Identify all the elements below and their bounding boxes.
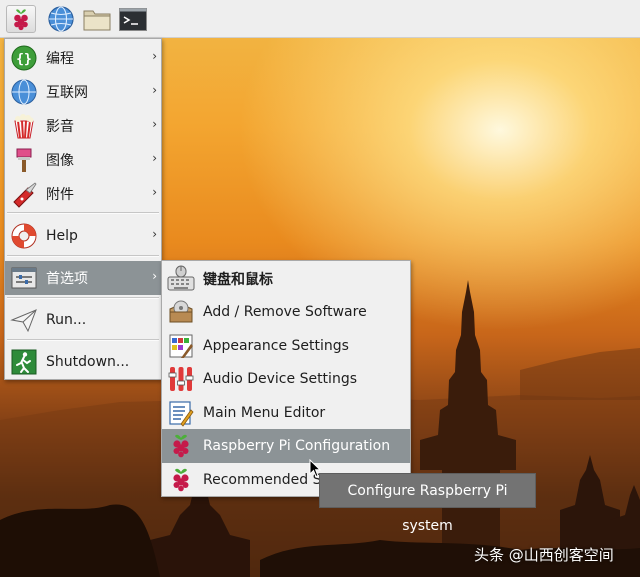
menu-item-label: 首选项	[46, 271, 88, 287]
menu-item-label: Shutdown...	[46, 353, 130, 370]
submenu-item-appearance-settings[interactable]: Appearance Settings	[162, 329, 410, 362]
terminal-button[interactable]	[118, 5, 148, 33]
menu-separator	[7, 255, 159, 257]
menu-item-label: 编程	[46, 50, 74, 67]
menu-item-label: 附件	[46, 186, 74, 203]
terminal-icon	[119, 8, 147, 31]
menu-item-label: 影音	[46, 118, 74, 135]
chevron-right-icon: ›	[152, 117, 157, 131]
submenu-item-label: Appearance Settings	[203, 337, 349, 354]
menu-item-label: 图像	[46, 152, 74, 169]
paper-plane-icon	[10, 308, 37, 332]
browser-button[interactable]	[46, 5, 76, 33]
audio-sliders-icon	[168, 366, 194, 391]
menu-separator	[7, 297, 159, 299]
chevron-right-icon: ›	[152, 151, 157, 165]
menu-item-label: 互联网	[46, 84, 88, 101]
mouse-cursor-icon	[309, 459, 321, 478]
menu-item-accessories[interactable]: 附件 ›	[5, 177, 161, 210]
folder-icon	[83, 10, 111, 31]
submenu-item-label: Audio Device Settings	[203, 370, 357, 387]
menu-item-shutdown[interactable]: Shutdown...	[5, 345, 161, 378]
submenu-item-label: Raspberry Pi Configuration	[203, 438, 391, 454]
menu-editor-icon	[169, 400, 194, 427]
pocket-knife-icon	[13, 181, 37, 208]
preferences-submenu: 键盘和鼠标 Add / Remove Software Appearance S…	[161, 260, 411, 497]
applications-menu: {} 编程 › 互联网 › 影音 › 图像 › 附件 › Help › 首选项 …	[4, 38, 162, 380]
svg-text:{}: {}	[16, 52, 32, 67]
submenu-item-raspberry-pi-configuration[interactable]: Raspberry Pi Configuration	[162, 429, 410, 463]
globe-icon	[11, 79, 37, 104]
menu-item-help[interactable]: Help ›	[5, 219, 161, 252]
chevron-right-icon: ›	[152, 227, 157, 241]
chevron-right-icon: ›	[152, 185, 157, 199]
paint-brush-icon	[16, 148, 32, 172]
programming-icon: {}	[11, 45, 37, 70]
raspberry-icon	[14, 9, 28, 31]
submenu-item-label: 键盘和鼠标	[203, 271, 273, 288]
file-manager-button[interactable]	[82, 5, 112, 33]
submenu-item-label: Add / Remove Software	[203, 303, 367, 320]
watermark-text: 头条 @山西创客空间	[474, 546, 614, 564]
menu-separator	[7, 339, 159, 341]
globe-icon	[48, 6, 74, 32]
tooltip: Configure Raspberry Pi system	[319, 473, 536, 534]
submenu-item-audio-device-settings[interactable]: Audio Device Settings	[162, 362, 410, 395]
chevron-right-icon: ›	[152, 83, 157, 97]
exit-icon	[11, 349, 37, 374]
menu-item-programming[interactable]: {} 编程 ›	[5, 41, 161, 74]
menu-item-preferences[interactable]: 首选项 ›	[5, 261, 161, 295]
menu-item-internet[interactable]: 互联网 ›	[5, 75, 161, 108]
chevron-right-icon: ›	[152, 49, 157, 63]
menu-item-label: Run...	[46, 311, 87, 328]
menu-item-run[interactable]: Run...	[5, 303, 161, 336]
lifebuoy-icon	[11, 223, 37, 248]
applications-menu-button[interactable]	[6, 5, 36, 33]
submenu-item-keyboard-mouse[interactable]: 键盘和鼠标	[162, 262, 410, 295]
preferences-icon	[11, 267, 37, 289]
keyboard-mouse-icon	[167, 265, 195, 290]
taskbar-panel	[0, 0, 640, 38]
menu-item-label: Help	[46, 227, 78, 244]
chevron-right-icon: ›	[152, 269, 157, 283]
submenu-item-main-menu-editor[interactable]: Main Menu Editor	[162, 396, 410, 429]
menu-item-graphics[interactable]: 图像 ›	[5, 143, 161, 176]
package-icon	[169, 300, 193, 322]
menu-separator	[7, 212, 159, 214]
raspberry-icon	[173, 468, 189, 491]
submenu-item-label: Main Menu Editor	[203, 404, 326, 421]
popcorn-icon	[14, 113, 34, 138]
raspberry-icon	[173, 434, 189, 458]
submenu-item-add-remove-software[interactable]: Add / Remove Software	[162, 295, 410, 328]
menu-item-sound-video[interactable]: 影音 ›	[5, 109, 161, 142]
appearance-icon	[169, 334, 193, 358]
